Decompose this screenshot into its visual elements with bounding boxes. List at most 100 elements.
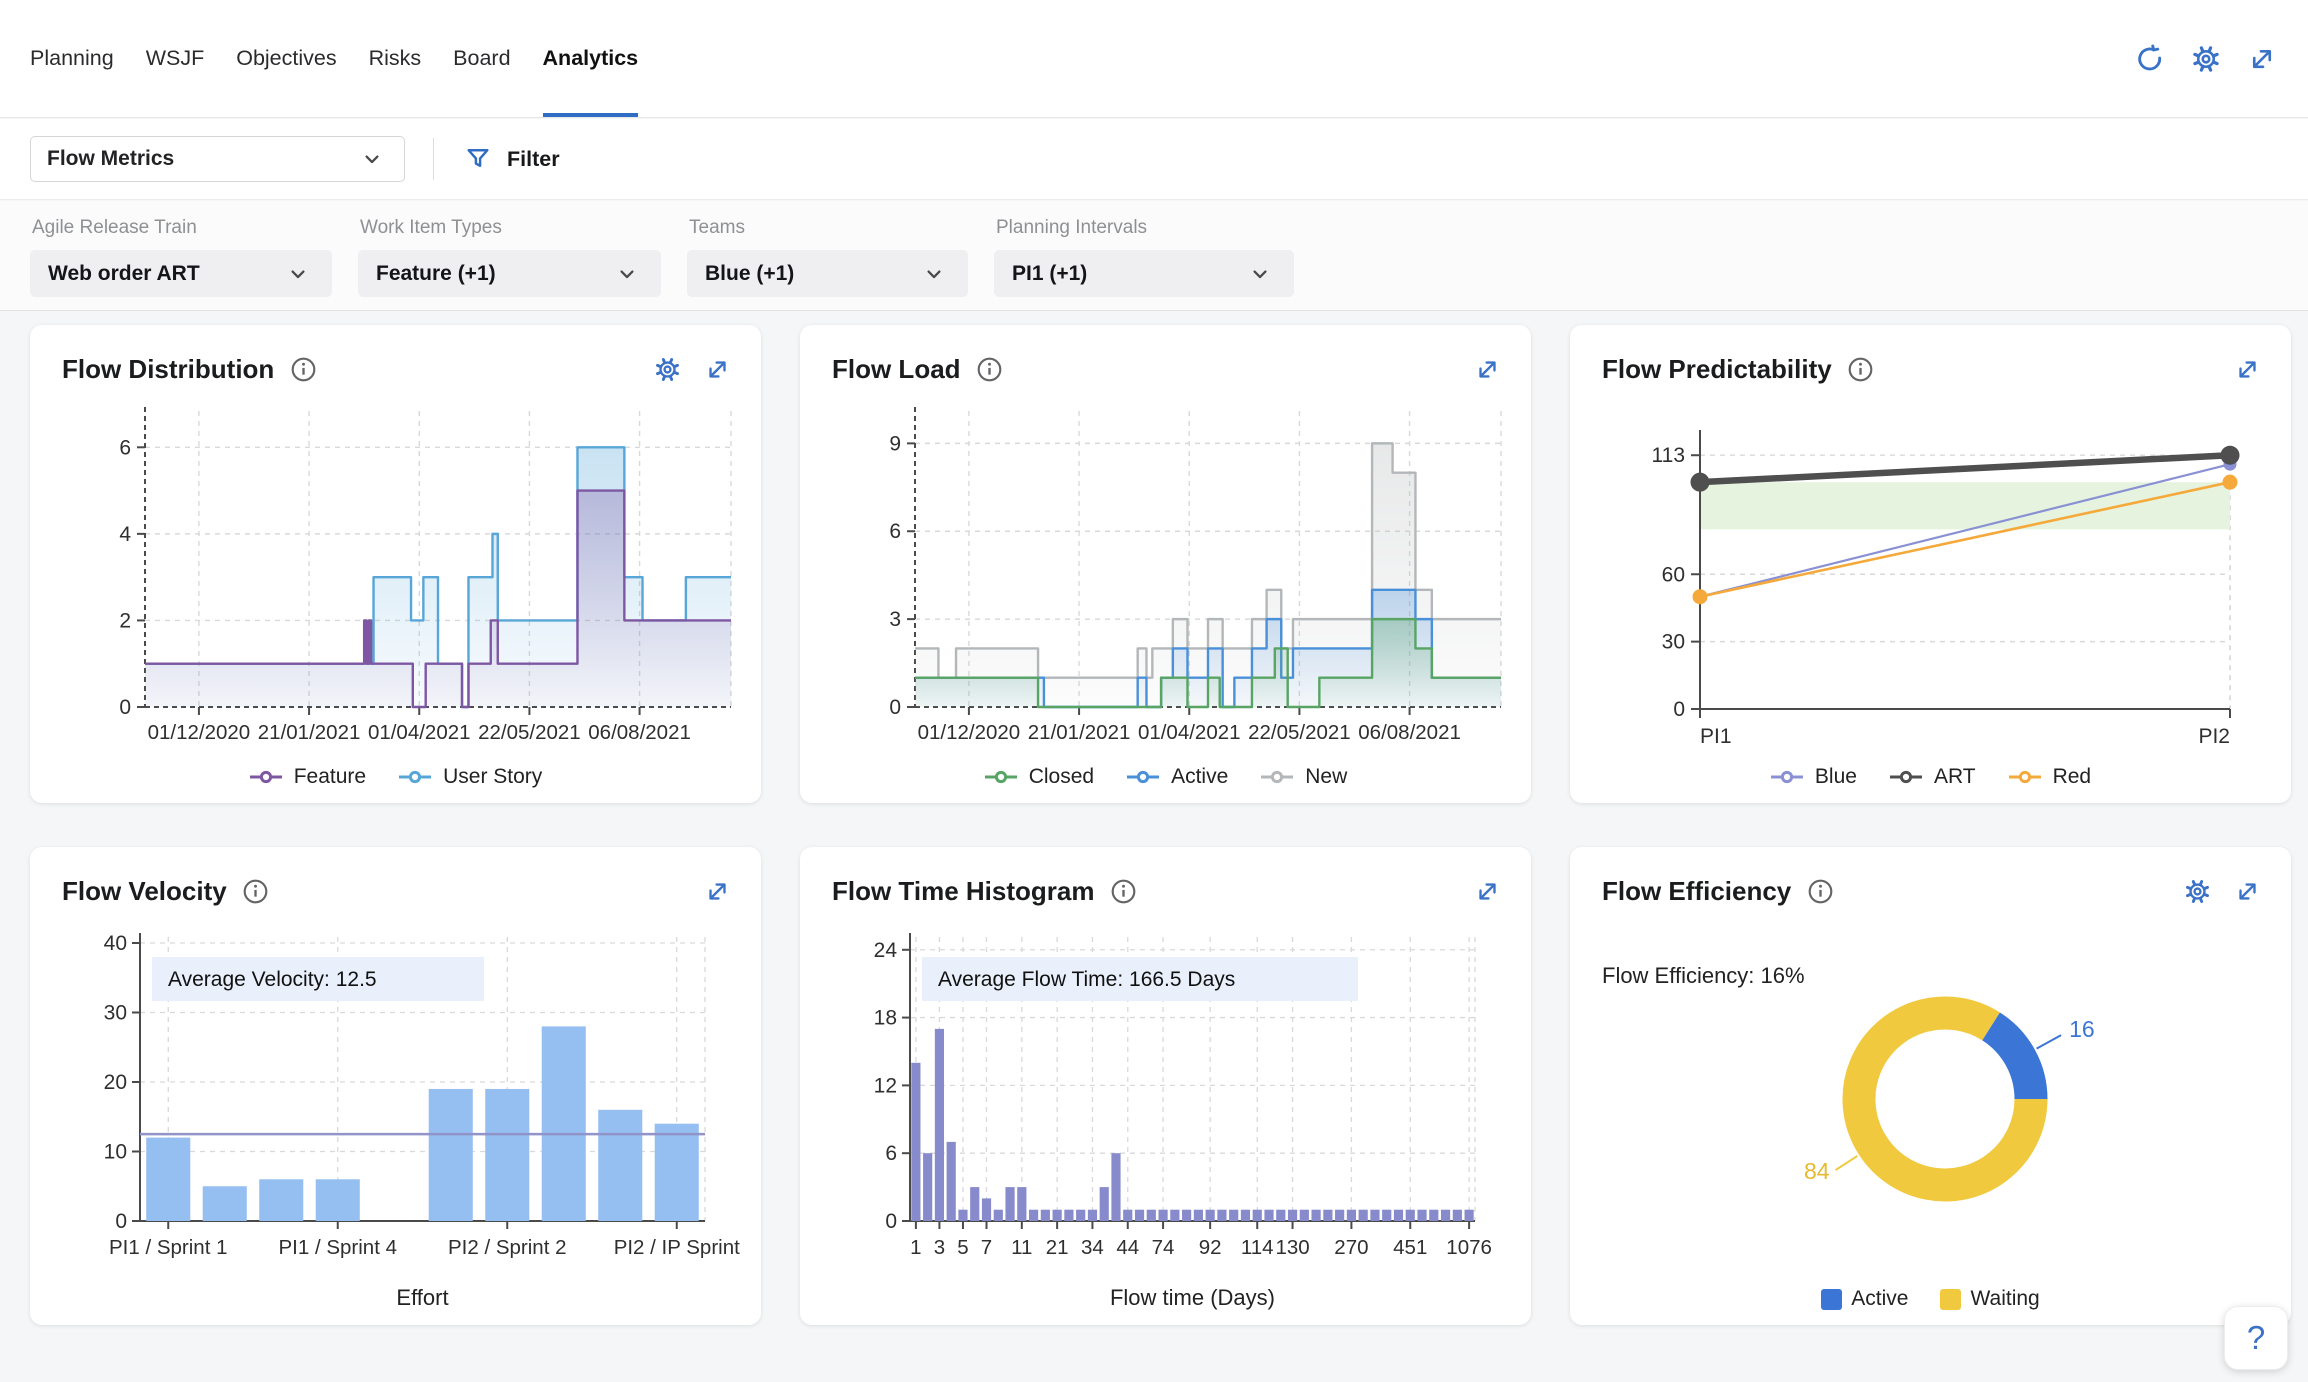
svg-text:5: 5: [957, 1236, 968, 1259]
legend-item-user-story[interactable]: User Story: [398, 765, 542, 789]
legend-item-active[interactable]: Active: [1821, 1287, 1908, 1311]
svg-text:01/04/2021: 01/04/2021: [1138, 721, 1241, 744]
line-marker-icon: [1126, 769, 1162, 785]
divider: [433, 138, 434, 180]
legend-label: User Story: [443, 765, 542, 789]
toolbar: Flow Metrics Filter: [0, 119, 2308, 200]
nav-tab-objectives[interactable]: Objectives: [236, 0, 336, 117]
svg-text:0: 0: [119, 696, 131, 719]
nav-tab-risks[interactable]: Risks: [369, 0, 422, 117]
legend-label: Blue: [1815, 765, 1857, 789]
svg-text:Average Flow Time: 166.5 Days: Average Flow Time: 166.5 Days: [938, 968, 1235, 991]
card-title: Flow Efficiency: [1602, 876, 1791, 907]
svg-text:7: 7: [981, 1236, 992, 1259]
card-gear-icon[interactable]: [651, 353, 683, 385]
card-expand-icon[interactable]: [2231, 353, 2263, 385]
info-icon[interactable]: [1845, 353, 1877, 385]
svg-text:PI2: PI2: [2198, 725, 2230, 748]
svg-text:1076: 1076: [1446, 1236, 1492, 1259]
info-icon[interactable]: [287, 353, 319, 385]
chevron-down-icon: [611, 258, 643, 290]
svg-text:3: 3: [934, 1236, 945, 1259]
line-marker-icon: [249, 769, 285, 785]
line-marker-icon: [398, 769, 434, 785]
filter-group: Work Item TypesFeature (+1): [358, 213, 661, 310]
svg-text:11: 11: [1011, 1236, 1032, 1259]
svg-text:114: 114: [1241, 1236, 1274, 1259]
svg-text:24: 24: [874, 939, 898, 962]
svg-text:20: 20: [104, 1071, 127, 1094]
filter-label: Planning Intervals: [996, 217, 1294, 239]
filter-dropdown-teams[interactable]: Blue (+1): [687, 250, 968, 297]
info-icon[interactable]: [240, 875, 272, 907]
chevron-down-icon: [918, 258, 950, 290]
legend-item-blue[interactable]: Blue: [1770, 765, 1857, 789]
card-flow-distribution: Flow Distribution 024601/12/202021/01/20…: [30, 325, 761, 803]
svg-text:10: 10: [104, 1141, 127, 1164]
svg-text:0: 0: [889, 696, 901, 719]
nav-tab-analytics[interactable]: Analytics: [543, 0, 639, 117]
svg-text:01/04/2021: 01/04/2021: [368, 721, 471, 744]
svg-text:Effort: Effort: [396, 1285, 448, 1310]
svg-text:3: 3: [889, 608, 901, 631]
legend-label: Waiting: [1970, 1287, 2039, 1311]
card-title: Flow Predictability: [1602, 354, 1832, 385]
legend-item-waiting[interactable]: Waiting: [1940, 1287, 2039, 1311]
funnel-icon: [462, 143, 494, 175]
nav-tab-board[interactable]: Board: [453, 0, 510, 117]
card-flow-time-histogram: Flow Time Histogram 06121824135711213444…: [800, 847, 1531, 1325]
info-icon[interactable]: [1107, 875, 1139, 907]
legend-item-art[interactable]: ART: [1889, 765, 1976, 789]
chevron-down-icon: [1244, 258, 1276, 290]
card-expand-icon[interactable]: [701, 353, 733, 385]
card-expand-icon[interactable]: [701, 875, 733, 907]
filter-dropdown-agile-release-train[interactable]: Web order ART: [30, 250, 332, 297]
legend-label: New: [1305, 765, 1347, 789]
info-icon[interactable]: [974, 353, 1006, 385]
card-expand-icon[interactable]: [1471, 875, 1503, 907]
card-flow-load: Flow Load 036901/12/202021/01/202101/04/…: [800, 325, 1531, 803]
legend-item-feature[interactable]: Feature: [249, 765, 366, 789]
svg-text:12: 12: [874, 1074, 897, 1097]
refresh-icon[interactable]: [2134, 43, 2166, 75]
svg-text:Flow time (Days): Flow time (Days): [1110, 1285, 1275, 1310]
line-marker-icon: [984, 769, 1020, 785]
legend-item-red[interactable]: Red: [2008, 765, 2092, 789]
flow-predictability-chart: 03060113PI1PI2: [1585, 399, 2286, 797]
swatch-icon: [1821, 1289, 1842, 1310]
card-gear-icon[interactable]: [2181, 875, 2213, 907]
nav-tab-wsjf[interactable]: WSJF: [146, 0, 205, 117]
card-expand-icon[interactable]: [1471, 353, 1503, 385]
svg-text:60: 60: [1662, 563, 1685, 586]
legend-item-active[interactable]: Active: [1126, 765, 1228, 789]
legend-label: Closed: [1029, 765, 1094, 789]
legend-item-new[interactable]: New: [1260, 765, 1347, 789]
card-flow-efficiency: Flow Efficiency Flow Efficiency: 16% 168…: [1570, 847, 2291, 1325]
filter-label: Filter: [507, 147, 560, 172]
info-icon[interactable]: [1804, 875, 1836, 907]
filter-value: PI1 (+1): [1012, 262, 1087, 286]
legend-item-closed[interactable]: Closed: [984, 765, 1094, 789]
svg-text:40: 40: [104, 932, 127, 955]
gear-icon[interactable]: [2190, 43, 2222, 75]
svg-text:0: 0: [1673, 698, 1685, 721]
card-title: Flow Load: [832, 354, 961, 385]
svg-text:44: 44: [1116, 1236, 1139, 1259]
filter-button[interactable]: Filter: [462, 143, 560, 175]
chevron-down-icon: [282, 258, 314, 290]
chevron-down-icon: [356, 143, 388, 175]
card-expand-icon[interactable]: [2231, 875, 2263, 907]
expand-icon[interactable]: [2246, 43, 2278, 75]
filter-value: Web order ART: [48, 262, 200, 286]
help-button[interactable]: ?: [2224, 1306, 2288, 1370]
svg-text:Average Velocity: 12.5: Average Velocity: 12.5: [168, 968, 377, 991]
flow-velocity-chart: 010203040PI1 / Sprint 1PI1 / Sprint 4PI2…: [45, 921, 746, 1321]
svg-text:9: 9: [889, 432, 901, 455]
svg-text:06/08/2021: 06/08/2021: [588, 721, 691, 744]
metrics-view-select[interactable]: Flow Metrics: [30, 136, 405, 182]
filter-dropdown-planning-intervals[interactable]: PI1 (+1): [994, 250, 1294, 297]
charts-grid: Flow Distribution 024601/12/202021/01/20…: [30, 325, 2291, 1325]
line-marker-icon: [1260, 769, 1296, 785]
filter-dropdown-work-item-types[interactable]: Feature (+1): [358, 250, 661, 297]
nav-tab-planning[interactable]: Planning: [30, 0, 114, 117]
